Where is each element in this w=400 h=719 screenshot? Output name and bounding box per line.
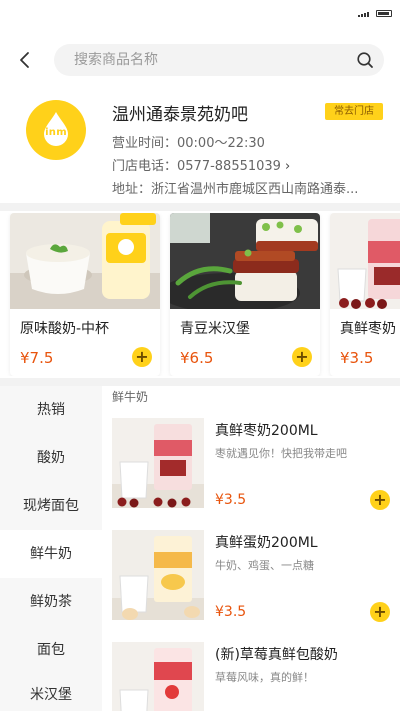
add-to-cart-button[interactable]: + xyxy=(370,490,390,510)
featured-products: 原味酸奶-中杯 ¥7.5 + 青豆米汉堡 ¥6.5 + 真鲜枣奶 ¥3.5 xyxy=(0,213,400,376)
logo-text: inm xyxy=(45,127,67,138)
category-sidebar: 热销 酸奶 现烤面包 鲜牛奶 鲜奶茶 面包 米汉堡 xyxy=(0,386,102,711)
featured-card[interactable]: 青豆米汉堡 ¥6.5 + xyxy=(170,213,320,376)
product-name: 真鲜枣奶200ML xyxy=(215,423,318,439)
store-logo: inm xyxy=(26,100,86,160)
product-item[interactable]: (新)草莓真鲜包酸奶 草莓风味，真的鲜！ xyxy=(102,642,400,711)
add-to-cart-button[interactable]: + xyxy=(370,602,390,622)
search-icon[interactable] xyxy=(356,51,374,69)
product-price: ¥3.5 xyxy=(215,492,247,508)
store-name: 温州通泰景苑奶吧 xyxy=(112,105,248,125)
category-item[interactable]: 现烤面包 xyxy=(0,482,102,530)
strawberry-yogurt-product-image xyxy=(112,642,204,711)
featured-name: 青豆米汉堡 xyxy=(180,321,250,337)
section-divider xyxy=(0,378,400,386)
yogurt-cup-image xyxy=(10,213,160,309)
store-phone: 门店电话：0577-88551039 xyxy=(112,159,281,174)
product-list: 鲜牛奶 真鲜枣奶200ML 枣就遇见你！快把我带走吧 ¥3.5 + 真鲜蛋奶20… xyxy=(102,386,400,711)
battery-icon xyxy=(376,10,392,17)
store-address: 地址：浙江省温州市鹿城区西山南路通泰... xyxy=(112,182,359,197)
category-item[interactable]: 鲜奶茶 xyxy=(0,578,102,626)
category-item[interactable]: 热销 xyxy=(0,386,102,434)
product-item[interactable]: 真鲜蛋奶200ML 牛奶、鸡蛋、一点糖 ¥3.5 + xyxy=(102,530,400,630)
featured-name: 真鲜枣奶 xyxy=(340,321,396,337)
chevron-right-icon: › xyxy=(284,159,291,174)
featured-price: ¥3.5 xyxy=(340,349,374,367)
section-title: 鲜牛奶 xyxy=(112,390,149,404)
featured-card[interactable]: 真鲜枣奶 ¥3.5 + xyxy=(330,213,400,376)
category-item[interactable]: 面包 xyxy=(0,626,102,674)
search-input[interactable] xyxy=(74,44,334,76)
product-desc: 枣就遇见你！快把我带走吧 xyxy=(215,447,347,460)
product-name: 真鲜蛋奶200ML xyxy=(215,535,318,551)
status-bar xyxy=(0,0,400,28)
product-desc: 牛奶、鸡蛋、一点糖 xyxy=(215,559,314,572)
featured-name: 原味酸奶-中杯 xyxy=(20,321,110,337)
back-button[interactable] xyxy=(12,46,40,74)
category-item[interactable]: 米汉堡 xyxy=(0,671,102,719)
featured-card[interactable]: 原味酸奶-中杯 ¥7.5 + xyxy=(10,213,160,376)
date-milk-image xyxy=(330,213,400,309)
frequent-store-badge: 常去门店 xyxy=(325,103,383,120)
featured-price: ¥7.5 xyxy=(20,349,54,367)
featured-price: ¥6.5 xyxy=(180,349,214,367)
search-row xyxy=(0,44,400,76)
store-address-row[interactable]: 地址：浙江省温州市鹿城区西山南路通泰... xyxy=(112,178,358,197)
store-info: inm 温州通泰景苑奶吧 常去门店 营业时间：00:00～22:30 门店电话：… xyxy=(0,96,400,201)
date-milk-product-image xyxy=(112,418,204,508)
rice-burger-image xyxy=(170,213,320,309)
product-name: (新)草莓真鲜包酸奶 xyxy=(215,647,338,663)
section-divider xyxy=(0,203,400,211)
product-price: ¥3.5 xyxy=(215,604,247,620)
store-phone-row[interactable]: 门店电话：0577-88551039 › xyxy=(112,155,290,174)
store-hours: 营业时间：00:00～22:30 xyxy=(112,136,265,151)
category-item-active[interactable]: 鲜牛奶 xyxy=(0,530,102,578)
egg-milk-product-image xyxy=(112,530,204,620)
add-to-cart-button[interactable]: + xyxy=(132,347,152,367)
signal-icon xyxy=(358,12,372,17)
product-desc: 草莓风味，真的鲜！ xyxy=(215,671,314,684)
search-box[interactable] xyxy=(54,44,384,76)
product-item[interactable]: 真鲜枣奶200ML 枣就遇见你！快把我带走吧 ¥3.5 + xyxy=(102,418,400,518)
category-item[interactable]: 酸奶 xyxy=(0,434,102,482)
add-to-cart-button[interactable]: + xyxy=(292,347,312,367)
chevron-left-icon xyxy=(20,52,29,68)
